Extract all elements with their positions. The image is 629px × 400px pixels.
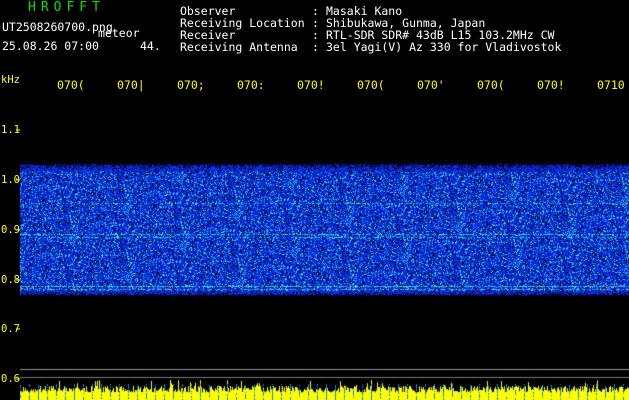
time-tick: 070:	[237, 78, 265, 92]
detection-type-label: meteor	[98, 26, 140, 40]
antenna-sep: :	[312, 40, 319, 54]
file-name: UT2508260700.png	[2, 20, 113, 34]
time-tick: 070!	[297, 78, 325, 92]
frequency-unit: kHz	[1, 74, 20, 86]
time-tick: 070(	[57, 78, 85, 92]
time-tick: 070;	[177, 78, 205, 92]
spectrogram	[20, 96, 629, 400]
hrofft-window: HROFFT UT2508260700.png meteor 25.08.26 …	[0, 0, 629, 400]
capture-datetime: 25.08.26 07:00	[2, 39, 99, 53]
meteor-count: 44.	[140, 39, 161, 53]
time-tick: 0710	[597, 78, 625, 92]
time-tick: 070!	[537, 78, 565, 92]
time-tick: 070'	[417, 78, 445, 92]
app-title: HROFFT	[28, 0, 105, 15]
frequency-axis-ticks	[16, 129, 22, 380]
time-tick: 070(	[357, 78, 385, 92]
time-tick: 070|	[117, 78, 145, 92]
antenna-label: Receiving Antenna	[180, 40, 298, 54]
antenna-value: 3el Yagi(V) Az 330 for Vladivostok	[326, 40, 562, 54]
time-tick: 070(	[477, 78, 505, 92]
